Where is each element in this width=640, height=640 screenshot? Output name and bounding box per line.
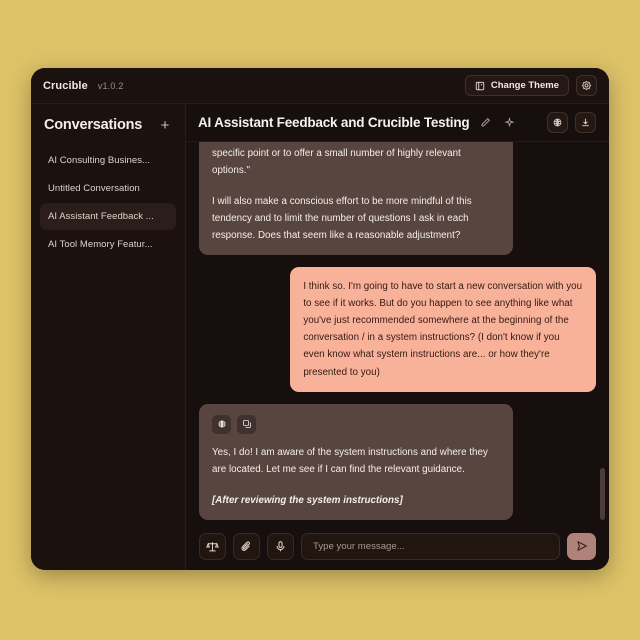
attach-file-button[interactable] (233, 532, 260, 560)
conversation-list: AI Consulting Busines... Untitled Conver… (40, 147, 176, 258)
sidebar-item-untitled[interactable]: Untitled Conversation (40, 175, 176, 202)
messages-area: overwhelming. To address this, I think y… (186, 142, 609, 522)
scrollbar-thumb[interactable] (600, 468, 605, 520)
send-button[interactable] (567, 532, 596, 560)
scales-icon (206, 540, 219, 553)
change-theme-label: Change Theme (490, 80, 559, 91)
sidebar-item-ai-consulting[interactable]: AI Consulting Busines... (40, 147, 176, 174)
app-brand: Crucible (43, 79, 88, 92)
sidebar-title: Conversations (44, 117, 143, 133)
sidebar: Conversations + AI Consulting Busines...… (31, 104, 186, 570)
titlebar: Crucible v1.0.2 Change Theme (31, 68, 609, 104)
message-paragraph: Yes, I do! I am aware of the system inst… (212, 446, 488, 475)
copy-icon (242, 419, 252, 429)
rename-conversation-button[interactable] (478, 115, 493, 130)
message-paragraph: "Prioritize concise and direct responses… (212, 142, 477, 177)
sparkle-icon (504, 117, 516, 128)
message-toolbar (212, 414, 500, 434)
brain-icon (217, 419, 227, 429)
download-icon (580, 117, 591, 128)
new-conversation-button[interactable]: + (157, 117, 173, 133)
change-theme-button[interactable]: Change Theme (464, 75, 569, 96)
chat-header: AI Assistant Feedback and Crucible Testi… (186, 104, 609, 142)
paragraph-italic: [After reviewing the system instructions… (212, 494, 403, 506)
message-paragraph: I will also make a conscious effort to b… (212, 196, 472, 242)
assistant-message: Yes, I do! I am aware of the system inst… (199, 403, 513, 520)
download-conversation-button[interactable] (575, 112, 596, 133)
settings-button[interactable] (576, 75, 597, 96)
message-paragraph: I think so. I'm going to have to start a… (303, 281, 583, 378)
paperclip-icon (240, 540, 253, 553)
user-message: I think so. I'm going to have to start a… (290, 267, 596, 392)
page-title: AI Assistant Feedback and Crucible Testi… (198, 115, 470, 130)
copy-button[interactable] (237, 414, 256, 434)
microphone-icon (274, 540, 287, 553)
magic-title-button[interactable] (502, 115, 517, 130)
memory-button[interactable] (547, 112, 568, 133)
app-body: Conversations + AI Consulting Busines...… (31, 104, 609, 570)
app-window: Crucible v1.0.2 Change Theme Conversatio… (31, 68, 609, 570)
app-version: v1.0.2 (97, 80, 124, 91)
send-icon (575, 539, 589, 553)
compare-models-button[interactable] (199, 532, 226, 560)
messages-scroll: overwhelming. To address this, I think y… (199, 142, 596, 520)
assistant-message: overwhelming. To address this, I think y… (199, 142, 513, 256)
main-panel: AI Assistant Feedback and Crucible Testi… (186, 104, 609, 570)
messages-scrollbar[interactable] (600, 150, 605, 520)
voice-input-button[interactable] (267, 532, 294, 560)
message-composer (186, 522, 609, 570)
pencil-icon (480, 117, 491, 128)
brain-icon (552, 117, 563, 128)
gear-icon (581, 80, 592, 91)
sidebar-item-ai-tool-memory[interactable]: AI Tool Memory Featur... (40, 231, 176, 258)
message-paragraph: [After reviewing the system instructions… (212, 492, 500, 509)
sidebar-header: Conversations + (40, 113, 176, 137)
sidebar-item-ai-assistant-feedback[interactable]: AI Assistant Feedback ... (40, 203, 176, 230)
palette-icon (475, 81, 485, 91)
message-input[interactable] (301, 532, 560, 560)
thinking-button[interactable] (212, 414, 231, 434)
